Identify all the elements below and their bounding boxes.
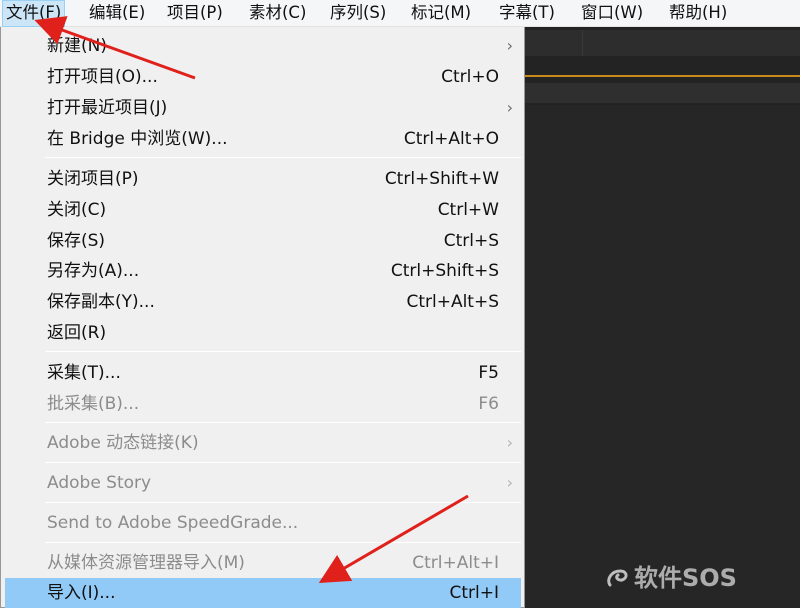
menu-project[interactable]: 项目(P)	[164, 0, 226, 27]
menu-item-shortcut: F6	[478, 394, 499, 414]
menu-item-label: 另存为(A)...	[47, 261, 140, 281]
menu-item-close[interactable]: 关闭(C) Ctrl+W	[5, 195, 521, 225]
menu-item-label: 保存副本(Y)...	[47, 292, 155, 312]
submenu-arrow-icon: ›	[506, 433, 513, 452]
menu-item-label: 批采集(B)...	[47, 394, 140, 414]
menu-item-label: 关闭(C)	[47, 200, 107, 220]
tab-divider	[582, 30, 583, 56]
submenu-arrow-icon: ›	[506, 473, 513, 492]
menu-window[interactable]: 窗口(W)	[578, 0, 646, 27]
menu-sequence[interactable]: 序列(S)	[327, 0, 389, 27]
menu-marker[interactable]: 标记(M)	[408, 0, 474, 27]
menu-title[interactable]: 字幕(T)	[496, 0, 558, 27]
menu-item-import[interactable]: 导入(I)... Ctrl+I	[5, 578, 521, 608]
submenu-arrow-icon: ›	[506, 36, 513, 55]
menu-item-shortcut: Ctrl+O	[441, 67, 499, 87]
menu-item-label: 在 Bridge 中浏览(W)...	[47, 129, 228, 149]
menu-item-new[interactable]: 新建(N) ›	[5, 31, 521, 61]
menu-clip[interactable]: 素材(C)	[246, 0, 309, 27]
watermark-logo: 软件SOS	[604, 561, 737, 595]
menu-item-label: 打开最近项目(J)	[47, 98, 168, 118]
menu-item-save-copy[interactable]: 保存副本(Y)... Ctrl+Alt+S	[5, 287, 521, 317]
menu-item-label: 从媒体资源管理器导入(M)	[47, 553, 245, 573]
menu-item-label: 采集(T)...	[47, 363, 121, 383]
menu-separator	[45, 502, 521, 503]
file-menu-dropdown: 新建(N) › 打开项目(O)... Ctrl+O 打开最近项目(J) › 在 …	[0, 27, 525, 608]
menu-item-label: Adobe Story	[47, 473, 152, 493]
menu-edit[interactable]: 编辑(E)	[86, 0, 148, 27]
active-panel-indicator	[524, 75, 800, 77]
menu-bar: 文件(F) 编辑(E) 项目(P) 素材(C) 序列(S) 标记(M) 字幕(T…	[0, 0, 800, 27]
menu-item-send-to-speedgrade: Send to Adobe SpeedGrade...	[5, 508, 521, 538]
menu-help[interactable]: 帮助(H)	[666, 0, 730, 27]
menu-item-label: Send to Adobe SpeedGrade...	[47, 513, 299, 533]
menu-item-shortcut: F5	[478, 363, 499, 383]
menu-item-save-as[interactable]: 另存为(A)... Ctrl+Shift+S	[5, 256, 521, 286]
watermark-text: 软件SOS	[634, 564, 737, 592]
menu-item-shortcut: Ctrl+Shift+W	[384, 169, 499, 189]
panel-tab-strip	[524, 30, 800, 56]
menu-item-import-from-media-browser: 从媒体资源管理器导入(M) Ctrl+Alt+I	[5, 548, 521, 578]
menu-item-batch-capture: 批采集(B)... F6	[5, 389, 521, 419]
menu-separator	[45, 422, 521, 423]
menu-item-capture[interactable]: 采集(T)... F5	[5, 358, 521, 388]
menu-item-open-recent[interactable]: 打开最近项目(J) ›	[5, 93, 521, 123]
menu-separator	[45, 157, 521, 158]
swirl-logo-icon	[607, 569, 628, 587]
menu-item-open-project[interactable]: 打开项目(O)... Ctrl+O	[5, 62, 521, 92]
menu-item-label: 打开项目(O)...	[47, 67, 158, 87]
menu-item-label: 返回(R)	[47, 323, 107, 343]
menu-item-browse-in-bridge[interactable]: 在 Bridge 中浏览(W)... Ctrl+Alt+O	[5, 124, 521, 154]
menu-item-label: Adobe 动态链接(K)	[47, 433, 199, 453]
menu-item-shortcut: Ctrl+I	[449, 583, 499, 603]
submenu-arrow-icon: ›	[506, 98, 513, 117]
menu-item-revert[interactable]: 返回(R)	[5, 318, 521, 348]
menu-item-label: 新建(N)	[47, 36, 107, 56]
menu-item-label: 保存(S)	[47, 231, 106, 251]
menu-file[interactable]: 文件(F)	[2, 0, 66, 27]
menu-separator	[45, 462, 521, 463]
menu-item-shortcut: Ctrl+Alt+S	[406, 292, 499, 312]
panel-body	[524, 105, 800, 608]
menu-item-adobe-dynamic-link: Adobe 动态链接(K) ›	[5, 428, 521, 458]
app-workspace	[524, 27, 800, 608]
menu-separator	[45, 542, 521, 543]
menu-item-label: 关闭项目(P)	[47, 169, 139, 189]
panel-header	[524, 83, 800, 103]
menu-item-shortcut: Ctrl+Alt+I	[412, 553, 499, 573]
menu-item-save[interactable]: 保存(S) Ctrl+S	[5, 226, 521, 256]
menu-item-shortcut: Ctrl+Shift+S	[390, 261, 499, 281]
menu-item-shortcut: Ctrl+W	[437, 200, 499, 220]
menu-separator	[45, 351, 521, 352]
menu-item-label: 导入(I)...	[47, 583, 116, 603]
menu-item-shortcut: Ctrl+S	[443, 231, 499, 251]
menu-item-close-project[interactable]: 关闭项目(P) Ctrl+Shift+W	[5, 164, 521, 194]
menu-item-adobe-story: Adobe Story ›	[5, 468, 521, 498]
menu-item-shortcut: Ctrl+Alt+O	[403, 129, 499, 149]
